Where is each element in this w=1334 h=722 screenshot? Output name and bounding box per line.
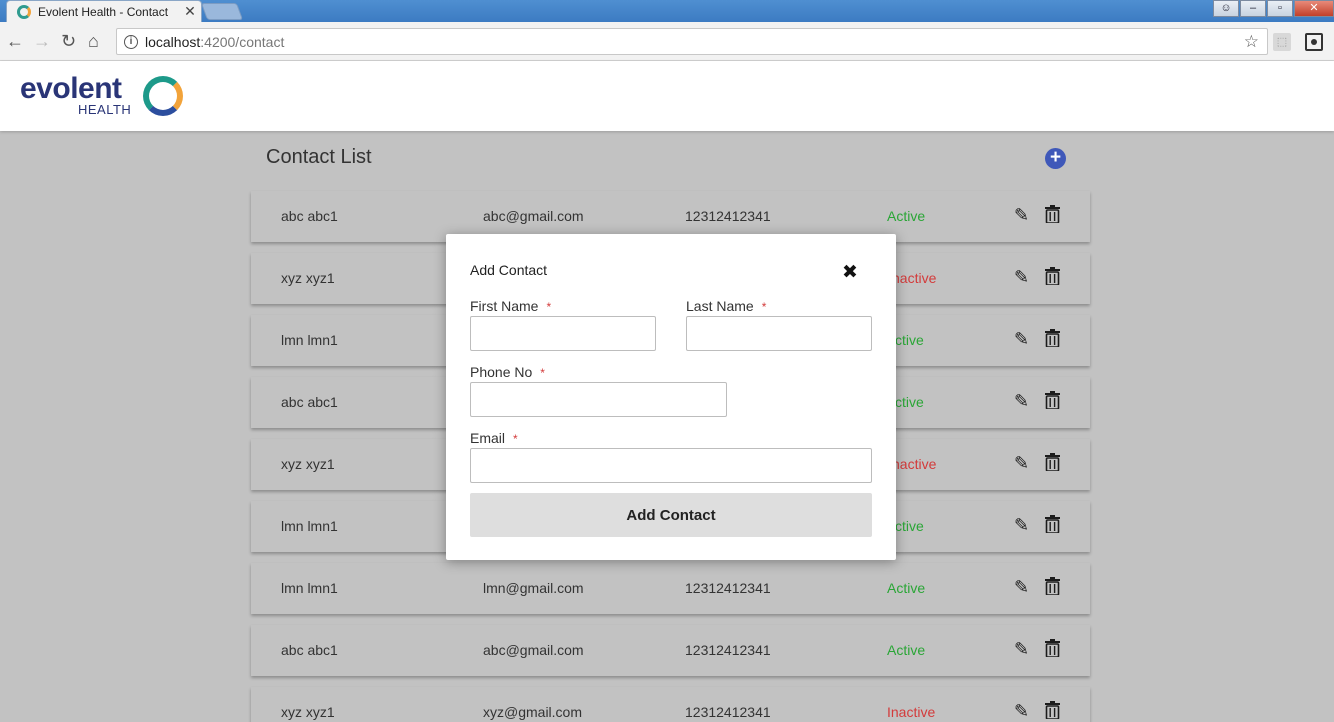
user-icon[interactable]: ☺	[1213, 0, 1239, 17]
contact-name: lmn lmn1	[281, 518, 338, 534]
new-tab-button[interactable]	[200, 3, 244, 20]
address-bar[interactable]: i localhost:4200/contact ☆	[116, 28, 1268, 55]
logo-wordmark: evolent	[20, 72, 122, 105]
delete-icon[interactable]	[1045, 329, 1060, 348]
status-badge: Active	[887, 208, 926, 224]
contact-phone: 12312412341	[685, 208, 771, 224]
status-badge: Active	[887, 580, 926, 596]
browser-tab[interactable]: Evolent Health - Contact ✕	[6, 0, 202, 22]
contact-email: abc@gmail.com	[483, 642, 584, 658]
phone-label: Phone No *	[470, 364, 545, 380]
contact-name: abc abc1	[281, 208, 338, 224]
home-icon[interactable]: ⌂	[88, 31, 99, 51]
edit-icon[interactable]: ✎	[1014, 205, 1029, 226]
edit-icon[interactable]: ✎	[1014, 577, 1029, 598]
email-label: Email *	[470, 430, 518, 446]
delete-icon[interactable]	[1045, 267, 1060, 286]
window-close-icon[interactable]: ✕	[1294, 0, 1334, 17]
edit-icon[interactable]: ✎	[1014, 329, 1029, 350]
edit-icon[interactable]: ✎	[1014, 267, 1029, 288]
last-name-field[interactable]	[686, 316, 872, 351]
browser-tab-strip: Evolent Health - Contact ✕ ☺ – ▫ ✕	[0, 0, 1334, 22]
info-icon[interactable]: i	[124, 34, 138, 49]
delete-icon[interactable]	[1045, 205, 1060, 224]
dialog-title: Add Contact	[470, 262, 548, 278]
delete-icon[interactable]	[1045, 577, 1060, 596]
edit-icon[interactable]: ✎	[1014, 515, 1029, 536]
back-arrow-icon[interactable]: ←	[6, 31, 24, 51]
first-name-field[interactable]	[470, 316, 656, 351]
delete-icon[interactable]	[1045, 639, 1060, 658]
contact-phone: 12312412341	[685, 580, 771, 596]
minimize-icon[interactable]: –	[1240, 0, 1266, 17]
contact-email: lmn@gmail.com	[483, 580, 584, 596]
url-text: localhost:4200/contact	[145, 33, 285, 50]
first-name-label: First Name *	[470, 298, 552, 314]
status-badge: Active	[887, 642, 926, 658]
close-icon[interactable]: ✖	[842, 261, 858, 284]
status-badge: nactive	[892, 270, 937, 286]
status-badge: Inactive	[887, 704, 936, 720]
reload-icon[interactable]: ↻	[61, 31, 76, 51]
required-mark: *	[540, 366, 545, 380]
contact-name: lmn lmn1	[281, 332, 338, 348]
bookmark-star-icon[interactable]: ☆	[1244, 32, 1259, 52]
table-row: lmn lmn1 lmn@gmail.com 12312412341 Active ✎	[251, 563, 1090, 614]
logo-ring-icon	[143, 76, 183, 116]
page-title: Contact List	[266, 146, 372, 168]
edit-icon[interactable]: ✎	[1014, 701, 1029, 722]
contact-name: xyz xyz1	[281, 704, 335, 720]
phone-field[interactable]	[470, 382, 727, 417]
forward-arrow-icon[interactable]: →	[33, 31, 51, 51]
add-contact-dialog: Add Contact ✖ First Name * Last Name * Pho…	[446, 234, 896, 560]
contact-email: abc@gmail.com	[483, 208, 584, 224]
delete-icon[interactable]	[1045, 515, 1060, 534]
screenshot-extension-icon[interactable]	[1305, 33, 1323, 51]
required-mark: *	[761, 300, 767, 314]
last-name-label: Last Name *	[686, 298, 767, 314]
window-controls: ☺ – ▫ ✕	[1212, 0, 1334, 17]
table-row: abc abc1 abc@gmail.com 12312412341 Active ✎	[251, 625, 1090, 676]
email-field[interactable]	[470, 448, 872, 483]
delete-icon[interactable]	[1045, 701, 1060, 720]
favicon-icon	[17, 4, 31, 19]
add-contact-button[interactable]: Add Contact	[470, 493, 872, 537]
contact-name: xyz xyz1	[281, 456, 335, 472]
edit-icon[interactable]: ✎	[1014, 391, 1029, 412]
required-mark: *	[546, 300, 552, 314]
edit-icon[interactable]: ✎	[1014, 639, 1029, 660]
status-badge: ctive	[895, 518, 924, 534]
contact-phone: 12312412341	[685, 642, 771, 658]
table-row: xyz xyz1 xyz@gmail.com 12312412341 Inactive…	[251, 687, 1090, 722]
app-header: evolent HEALTH	[0, 61, 1334, 131]
delete-icon[interactable]	[1045, 453, 1060, 472]
required-mark: *	[513, 432, 518, 446]
contact-name: abc abc1	[281, 642, 338, 658]
contact-email: xyz@gmail.com	[483, 704, 583, 720]
status-badge: ctive	[895, 332, 924, 348]
delete-icon[interactable]	[1045, 391, 1060, 410]
tab-title: Evolent Health - Contact	[38, 4, 169, 19]
status-badge: ctive	[895, 394, 924, 410]
contact-phone: 12312412341	[685, 704, 771, 720]
status-badge: nactive	[892, 456, 937, 472]
browser-toolbar: ← → ↻ ⌂ i localhost:4200/contact ☆ ⬚	[0, 22, 1334, 61]
maximize-icon[interactable]: ▫	[1267, 0, 1293, 17]
contact-name: lmn lmn1	[281, 580, 338, 596]
add-contact-icon[interactable]: +	[1045, 148, 1066, 169]
contact-name: abc abc1	[281, 394, 338, 410]
edit-icon[interactable]: ✎	[1014, 453, 1029, 474]
logo-subtitle: HEALTH	[78, 102, 132, 117]
evolent-logo[interactable]: evolent HEALTH	[20, 72, 183, 117]
pdf-extension-icon[interactable]: ⬚	[1273, 33, 1291, 51]
tab-close-icon[interactable]: ✕	[179, 3, 201, 20]
contact-name: xyz xyz1	[281, 270, 335, 286]
